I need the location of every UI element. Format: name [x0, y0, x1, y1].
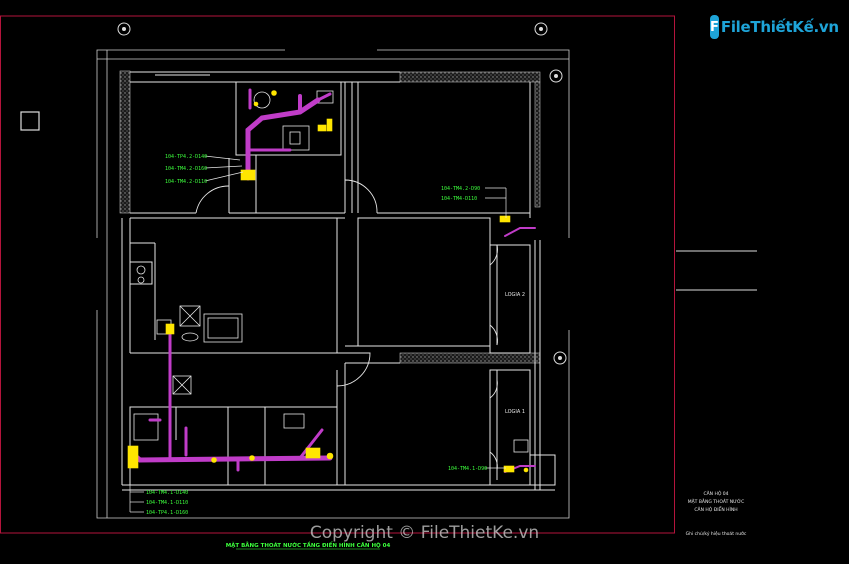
drainage-pipes [131, 88, 536, 473]
pipe-label: 104-TP4.1-D160 [146, 510, 188, 516]
axis-frame [96, 49, 570, 519]
pipe-label: 104-TM4.1-D140 [146, 490, 188, 496]
room-label-logia-2: LOGIA 2 [505, 292, 525, 298]
pipe-label: 104-TM4.2-D160 [165, 166, 207, 172]
room-label-logia-1: LOGIA 1 [505, 409, 525, 415]
floor-plan-drawing: 104-TP4.2-D140 104-TM4.2-D160 104-TM4.2-… [0, 15, 757, 550]
pipe-label: 104-TM4.1-D110 [146, 500, 188, 506]
fixtures [133, 90, 529, 453]
copyright-watermark: Copyright © FileThietKe.vn [309, 523, 540, 543]
logo-file-icon: F [710, 15, 719, 39]
title-block-note: MẶT BẰNG THOÁT NƯỚC [688, 497, 745, 505]
site-logo[interactable]: F FileThiếtKế.vn [710, 14, 839, 40]
pipe-label: 104-TP4.2-D140 [165, 154, 207, 160]
hatched-walls [119, 70, 541, 364]
pipe-label: 104-TM4.2-D90 [441, 186, 480, 192]
title-block-note: CĂN HỘ ĐIỂN HÌNH [694, 505, 737, 513]
reference-square [20, 111, 40, 131]
pipe-label: 104-TM4.1-D90 [448, 466, 487, 472]
doors [195, 179, 498, 471]
logo-text: FileThiếtKế.vn [720, 18, 839, 36]
drain-symbols [127, 90, 529, 473]
title-block-note: CĂN HỘ 04 [703, 490, 728, 497]
pipe-label: 104-TM4.2-D110 [165, 179, 207, 185]
pipe-label: 104-TM4-D110 [441, 196, 477, 202]
